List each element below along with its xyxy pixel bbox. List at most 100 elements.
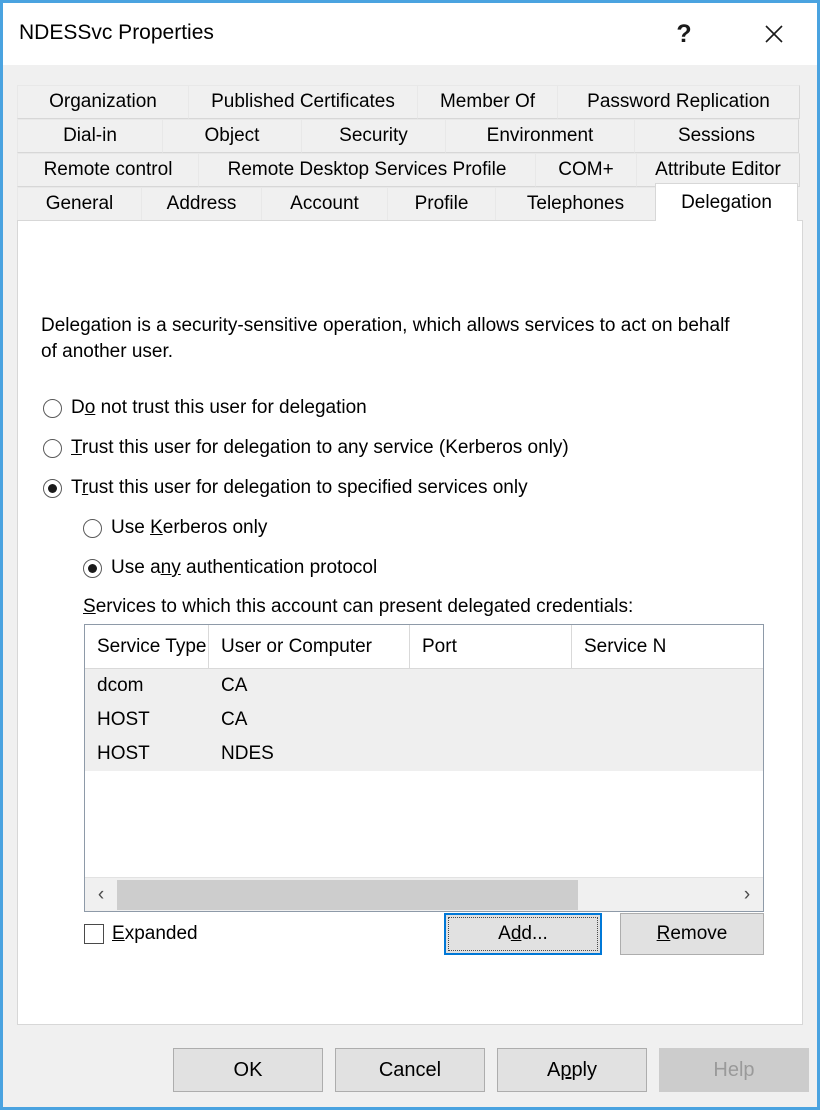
cell-user-or-computer: NDES <box>221 743 274 764</box>
cell-service-type: HOST <box>97 709 150 730</box>
column-header-service-type[interactable]: Service Type <box>85 625 209 669</box>
column-header-service-n[interactable]: Service N <box>572 625 763 669</box>
tab-environment[interactable]: Environment <box>445 119 635 153</box>
tab-telephones[interactable]: Telephones <box>495 187 656 221</box>
close-icon[interactable] <box>743 3 805 65</box>
expanded-checkbox[interactable]: Expanded <box>84 923 198 945</box>
cancel-button[interactable]: Cancel <box>335 1048 485 1092</box>
scroll-right-arrow-icon[interactable]: › <box>731 879 763 911</box>
radio-trust-any-service[interactable]: Trust this user for delegation to any se… <box>43 437 569 459</box>
cell-service-name <box>572 737 763 771</box>
tab-label: Security <box>339 125 408 146</box>
tab-organization[interactable]: Organization <box>17 85 189 119</box>
tab-label: Telephones <box>526 193 625 214</box>
accelerator-char: S <box>83 596 96 617</box>
tab-security[interactable]: Security <box>301 119 446 153</box>
ok-button[interactable]: OK <box>173 1048 323 1092</box>
cell-port <box>410 737 572 771</box>
tab-label: COM+ <box>558 159 614 180</box>
column-header-port[interactable]: Port <box>410 625 572 669</box>
tab-label: Address <box>166 193 237 214</box>
accelerator-char: p <box>560 1058 572 1081</box>
tab-label: Dial-in <box>63 125 117 146</box>
radio-label: Use Kerberos only <box>111 517 268 538</box>
cell-service-type: HOST <box>97 743 150 764</box>
remove-button[interactable]: Remove <box>620 913 764 955</box>
checkbox-indicator <box>84 924 104 944</box>
cell-port <box>410 703 572 737</box>
apply-button[interactable]: Apply <box>497 1048 647 1092</box>
tab-label: Member Of <box>439 91 536 112</box>
column-header-user-or-computer[interactable]: User or Computer <box>209 625 410 669</box>
tab-password-replication[interactable]: Password Replication <box>557 85 800 119</box>
radio-label: Do not trust this user for delegation <box>71 397 367 418</box>
table-row[interactable]: HOST NDES <box>85 737 763 771</box>
radio-indicator <box>43 438 62 458</box>
services-list-view[interactable]: Service Type User or Computer Port Service … <box>84 624 764 912</box>
tab-member-of[interactable]: Member Of <box>417 85 558 119</box>
table-row[interactable]: HOST CA <box>85 703 763 737</box>
accelerator-char: r <box>81 477 89 498</box>
tab-strip: Organization Published Certificates Member… <box>17 85 803 221</box>
tab-profile[interactable]: Profile <box>387 187 496 221</box>
cell-user-or-computer: CA <box>221 709 248 730</box>
tab-object[interactable]: Object <box>162 119 302 153</box>
delegation-tab-page: Delegation is a security-sensitive opera… <box>17 220 803 1025</box>
radio-use-kerberos-only[interactable]: Use Kerberos only <box>83 517 267 539</box>
tab-general[interactable]: General <box>17 187 142 221</box>
expanded-label: Expanded <box>112 923 198 944</box>
list-body: dcom CA HOST CA HOST NDES <box>85 669 763 771</box>
tab-account[interactable]: Account <box>261 187 388 221</box>
radio-indicator <box>83 558 102 578</box>
tab-attribute-editor[interactable]: Attribute Editor <box>636 153 800 187</box>
focus-rectangle <box>448 917 598 951</box>
tab-label: General <box>45 193 114 214</box>
add-button[interactable]: Add... <box>444 913 602 955</box>
accelerator-char: ny <box>160 557 181 578</box>
cell-user-or-computer: CA <box>221 675 248 696</box>
accelerator-char: R <box>656 923 671 944</box>
list-header-row: Service Type User or Computer Port Service … <box>85 625 763 669</box>
tab-row: Remote control Remote Desktop Services Pr… <box>17 153 803 187</box>
tab-address[interactable]: Address <box>141 187 262 221</box>
accelerator-char: o <box>84 397 96 418</box>
tab-com[interactable]: COM+ <box>535 153 637 187</box>
horizontal-scrollbar[interactable]: ‹ › <box>85 877 763 911</box>
tab-label: Sessions <box>677 125 756 146</box>
radio-label: Trust this user for delegation to any se… <box>71 437 569 458</box>
tab-label: Delegation <box>681 191 772 213</box>
tab-published-certificates[interactable]: Published Certificates <box>188 85 418 119</box>
tab-sessions[interactable]: Sessions <box>634 119 799 153</box>
accelerator-char: K <box>150 517 163 538</box>
properties-dialog-window: NDESSvc Properties ? Organization Publish… <box>0 0 820 1110</box>
radio-do-not-trust[interactable]: Do not trust this user for delegation <box>43 397 367 419</box>
radio-trust-specified-services[interactable]: Trust this user for delegation to specif… <box>43 477 528 499</box>
cell-service-type: dcom <box>97 675 144 696</box>
tab-label: Attribute Editor <box>655 159 781 180</box>
tab-label: Account <box>290 193 359 214</box>
delegation-description: Delegation is a security-sensitive opera… <box>41 315 730 362</box>
tab-dial-in[interactable]: Dial-in <box>17 119 163 153</box>
tab-row: General Address Account Profile Telephones De… <box>17 183 803 221</box>
tab-delegation[interactable]: Delegation <box>655 183 798 221</box>
radio-use-any-auth-protocol[interactable]: Use any authentication protocol <box>83 557 377 579</box>
cell-service-name <box>572 703 763 737</box>
table-row[interactable]: dcom CA <box>85 669 763 703</box>
radio-indicator <box>43 398 62 418</box>
tab-remote-desktop-services-profile[interactable]: Remote Desktop Services Profile <box>198 153 536 187</box>
tab-row: Organization Published Certificates Member… <box>17 85 803 119</box>
cell-port <box>410 669 572 703</box>
radio-label: Trust this user for delegation to specif… <box>71 477 528 498</box>
scroll-left-arrow-icon[interactable]: ‹ <box>85 879 117 911</box>
tab-label: Environment <box>486 125 594 146</box>
tab-label: Password Replication <box>587 91 770 112</box>
remove-button-label: Remove <box>656 923 728 944</box>
tab-label: Profile <box>414 193 469 214</box>
help-question-icon[interactable]: ? <box>653 3 715 65</box>
services-list-label: Services to which this account can prese… <box>83 596 634 617</box>
accelerator-char: E <box>112 923 125 944</box>
scrollbar-track[interactable] <box>117 878 731 911</box>
tab-remote-control[interactable]: Remote control <box>17 153 199 187</box>
radio-indicator <box>83 518 102 538</box>
scrollbar-thumb[interactable] <box>117 879 578 910</box>
